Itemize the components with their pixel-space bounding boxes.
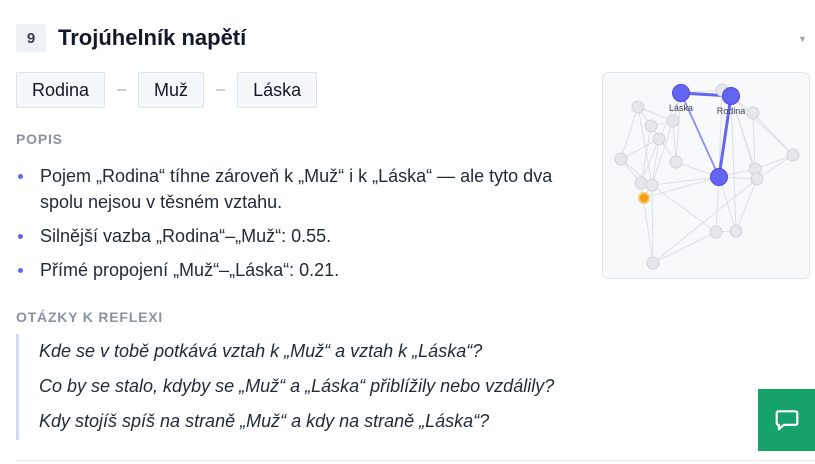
reflexe-question: Kde se v tobě potkává vztah k „Muž“ a vz… [39,341,483,361]
section-title: Trojúhelník napětí [58,25,247,50]
popis-item: Pojem „Rodina“ tíhne zároveň k „Muž“ i k… [16,163,576,215]
concept-chips: Rodina – Muž – Láska [16,72,318,108]
network-graph-svg[interactable]: Láska Rodina [603,73,810,279]
section-number-badge: 9 [16,24,46,52]
popis-list: Pojem „Rodina“ tíhne zároveň k „Muž“ i k… [16,163,576,291]
reflexe-heading: OTÁZKY K REFLEXI [16,309,164,325]
node-label-rodina: Rodina [717,106,746,116]
chip-muz[interactable]: Muž [138,72,205,108]
accent-node[interactable] [638,192,650,204]
popis-item: Přímé propojení „Muž“–„Láska“: 0.21. [16,257,576,283]
reflexe-question: Kdy stojíš spíš na straně „Muž“ a kdy na… [39,411,490,431]
chip-separator: – [216,81,226,98]
node-muz[interactable] [710,168,728,186]
node-rodina[interactable] [722,87,740,105]
chip-rodina[interactable]: Rodina [16,72,106,108]
chip-laska[interactable]: Láska [237,72,318,108]
node-laska[interactable] [672,84,690,102]
graph-edges [620,89,794,264]
reflexe-question: Co by se stalo, kdyby se „Muž“ a „Láska“… [39,376,555,396]
popis-heading: POPIS [16,131,63,147]
chat-icon [775,410,798,431]
reflexe-questions: Kde se v tobě potkává vztah k „Muž“ a vz… [16,334,606,440]
chat-button[interactable] [758,389,815,451]
popis-item: Silnější vazba „Rodina“–„Muž“: 0.55. [16,223,576,249]
bottom-divider [16,460,815,461]
caret-down-icon[interactable]: ▼ [798,34,807,44]
section-header: 9 Trojúhelník napětí [16,24,246,52]
network-graph[interactable]: Láska Rodina [602,72,810,279]
chip-separator: – [117,81,126,98]
node-label-laska: Láska [669,103,693,113]
